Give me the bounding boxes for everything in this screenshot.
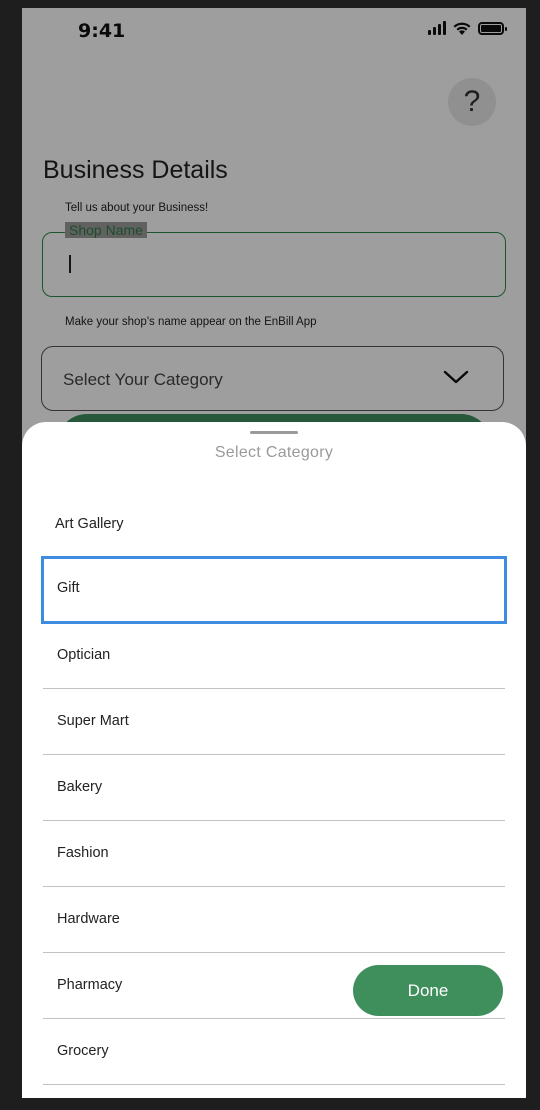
done-button[interactable]: Done [353,965,503,1016]
category-item-label: Fashion [57,845,109,861]
sheet-title: Select Category [214,444,334,461]
category-item-label: Optician [57,647,111,663]
category-item-optician[interactable]: Optician [43,623,505,689]
category-item-super-mart[interactable]: Super Mart [43,689,505,755]
category-item-hardware[interactable]: Hardware [43,887,505,953]
category-item-label: Art Gallery [55,516,124,532]
category-item-label: Pharmacy [57,977,123,993]
category-item-label: Grocery [57,1043,109,1059]
category-item-gift[interactable]: Gift [41,556,507,624]
category-item-art-gallery[interactable]: Art Gallery [43,492,505,558]
sheet-drag-handle[interactable] [250,431,298,434]
category-bottom-sheet: Select Category Art Gallery Gift Opticia… [22,422,526,1098]
category-item-label: Hardware [57,911,120,927]
category-item-grocery[interactable]: Grocery [43,1019,505,1085]
category-item-fashion[interactable]: Fashion [43,821,505,887]
phone-screen: 9:41 ? Business Details Tell us about yo… [22,8,526,1098]
category-item-label: Super Mart [57,713,129,729]
category-item-label: Bakery [57,779,103,795]
category-item-bakery[interactable]: Bakery [43,755,505,821]
category-item-label: Gift [57,580,80,596]
